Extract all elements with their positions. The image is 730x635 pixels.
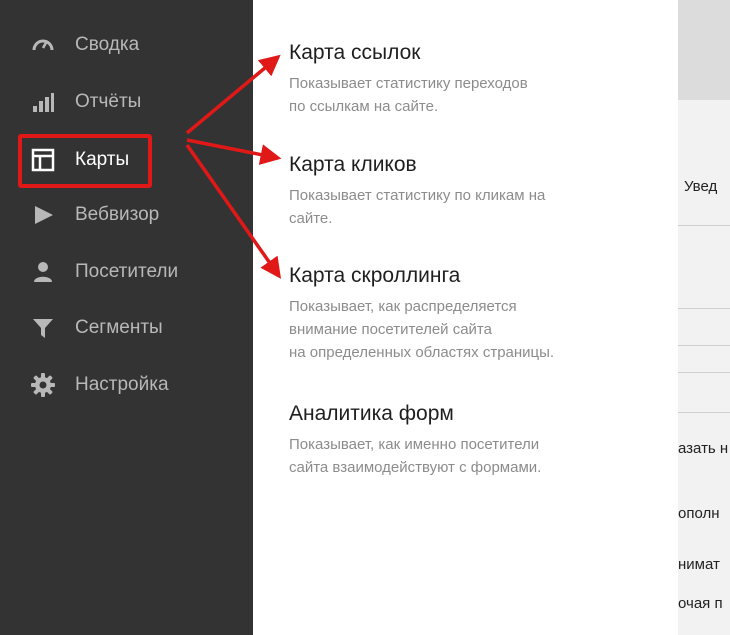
nav-item-webvisor[interactable]: Вебвизор (30, 200, 159, 230)
maps-menu-panel: Карта ссылок Показывает статистику перех… (253, 0, 678, 635)
menu-item-title[interactable]: Карта кликов (289, 152, 669, 178)
divider (678, 372, 730, 373)
nav-item-label: Сегменты (75, 317, 163, 338)
background-text: Увед (684, 178, 718, 195)
menu-item-title[interactable]: Аналитика форм (289, 401, 669, 427)
nav-item-segments[interactable]: Сегменты (30, 313, 163, 343)
menu-item-link-map[interactable]: Карта ссылок Показывает статистику перех… (289, 40, 669, 118)
funnel-icon (30, 315, 56, 341)
divider (678, 308, 730, 309)
menu-item-click-map[interactable]: Карта кликов Показывает статистику по кл… (289, 152, 669, 230)
nav-item-label: Вебвизор (75, 204, 160, 225)
menu-item-description: Показывает, как именно посетители сайта … (289, 436, 542, 476)
background-text: ополн (678, 505, 720, 522)
nav-item-summary[interactable]: Сводка (30, 30, 139, 60)
nav-item-settings[interactable]: Настройка (30, 370, 169, 400)
menu-item-description: Показывает статистику переходов по ссылк… (289, 75, 528, 115)
divider (678, 345, 730, 346)
nav-item-reports[interactable]: Отчёты (30, 87, 141, 117)
background-text: азать н (678, 440, 729, 457)
nav-item-label: Настройка (75, 374, 169, 395)
dashboard-gauge-icon (30, 32, 56, 58)
nav-item-visitors[interactable]: Посетители (30, 257, 178, 287)
menu-item-title[interactable]: Карта скроллинга (289, 263, 669, 289)
maps-highlight-frame (18, 134, 152, 188)
bar-chart-icon (30, 89, 56, 115)
menu-item-form-analytics[interactable]: Аналитика форм Показывает, как именно по… (289, 401, 669, 479)
menu-item-description: Показывает, как распределяется внимание … (289, 298, 555, 361)
sidebar-nav: Сводка Отчёты Карты Вебвизор Посетители … (0, 0, 253, 635)
divider (678, 225, 730, 226)
user-icon (30, 259, 56, 285)
nav-item-label: Посетители (75, 261, 179, 282)
menu-item-scroll-map[interactable]: Карта скроллинга Показывает, как распред… (289, 263, 669, 364)
background-page: Увед азать н ополн нимат очая п (678, 0, 730, 635)
background-text: нимат (678, 556, 720, 573)
gear-icon (30, 372, 56, 398)
menu-item-description: Показывает статистику по кликам на сайте… (289, 187, 546, 227)
background-header-bar (678, 0, 730, 100)
menu-item-title[interactable]: Карта ссылок (289, 40, 669, 66)
play-icon (30, 202, 56, 228)
nav-item-label: Отчёты (75, 91, 142, 112)
divider (678, 412, 730, 413)
nav-item-label: Сводка (75, 34, 140, 55)
background-text: очая п (678, 595, 723, 612)
